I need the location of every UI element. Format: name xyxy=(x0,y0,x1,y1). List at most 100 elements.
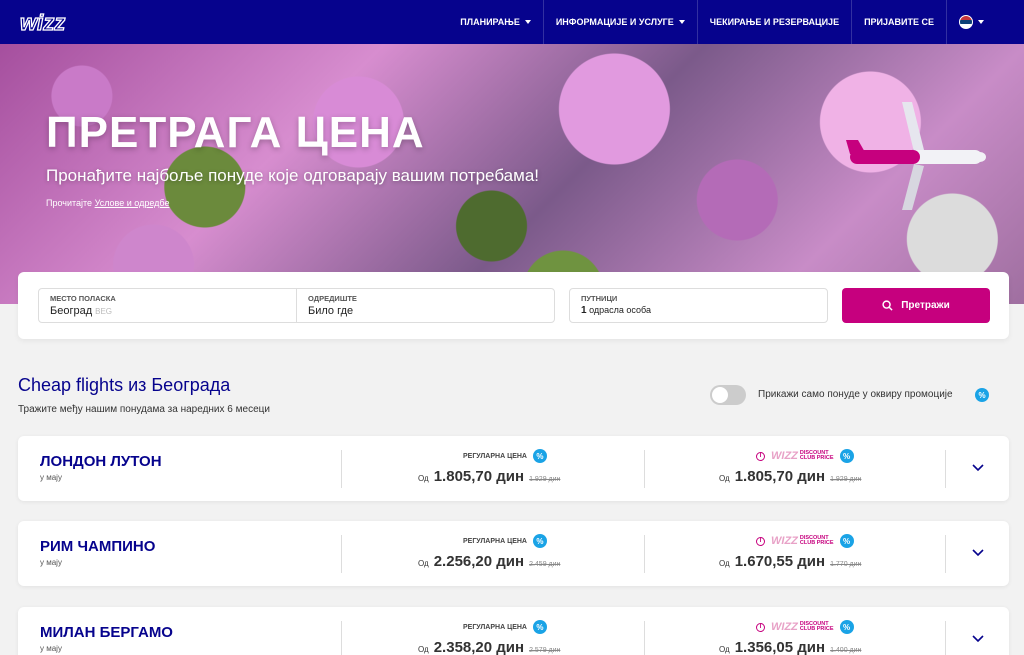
club-price-label: i wizz DISCOUNT CLUB PRICE % xyxy=(756,449,854,463)
from-label: Од xyxy=(719,559,730,568)
nav-planning[interactable]: ПЛАНИРАЊЕ xyxy=(448,0,544,44)
percent-badge-icon: % xyxy=(532,534,547,548)
divider xyxy=(341,450,342,488)
search-button[interactable]: Претражи xyxy=(842,288,990,323)
club-old-price: 1.929 дин xyxy=(830,476,862,483)
divider xyxy=(341,535,342,573)
passengers-text: одрасла особа xyxy=(589,305,651,315)
origin-field[interactable]: МЕСТО ПОЛАСКА Београд BEG xyxy=(39,289,296,322)
from-label: Од xyxy=(418,474,429,483)
regular-old-price: 2.579 дин xyxy=(529,647,561,654)
percent-badge-icon: % xyxy=(975,388,989,402)
percent-badge-icon: % xyxy=(532,449,547,463)
chevron-down-icon[interactable] xyxy=(971,546,985,560)
terms-link[interactable]: Услове и одредбе xyxy=(95,198,170,208)
destination-field[interactable]: ОДРЕДИШТЕ Било где xyxy=(296,289,554,322)
origin-code: BEG xyxy=(95,307,113,316)
nav-planning-label: ПЛАНИРАЊЕ xyxy=(460,17,520,27)
from-label: Од xyxy=(719,474,730,483)
main-nav: ПЛАНИРАЊЕ ИНФОРМАЦИЈЕ И УСЛУГЕ ЧЕКИРАЊЕ … xyxy=(448,0,996,44)
club-old-price: 1.400 дин xyxy=(830,647,862,654)
wizz-logo[interactable]: wizz xyxy=(18,9,76,35)
from-label: Од xyxy=(719,645,730,654)
divider xyxy=(945,621,946,655)
airplane-image xyxy=(846,102,986,210)
section-subtitle: Тражите међу нашим понудама за наредних … xyxy=(18,404,270,415)
club-price-label: i wizz DISCOUNT CLUB PRICE % xyxy=(756,620,854,634)
passengers-count: 1 xyxy=(581,305,587,316)
chevron-down-icon xyxy=(678,20,685,24)
route-selector: МЕСТО ПОЛАСКА Београд BEG ОДРЕДИШТЕ Било … xyxy=(38,288,555,323)
nav-sign-in[interactable]: ПРИЈАВИТЕ СЕ xyxy=(852,0,947,44)
percent-badge-icon: % xyxy=(839,449,854,463)
chevron-down-icon[interactable] xyxy=(971,632,985,646)
percent-badge-icon: % xyxy=(839,620,854,634)
origin-city: Београд xyxy=(50,305,93,317)
percent-badge-icon: % xyxy=(839,534,854,548)
discount-club-logo: wizz DISCOUNT CLUB PRICE xyxy=(771,449,834,462)
terms-prefix: Прочитајте xyxy=(46,198,93,208)
chevron-down-icon xyxy=(524,20,531,24)
regular-price: Од 2.358,20 дин 2.579 дин xyxy=(418,639,560,655)
nav-checkin-bookings[interactable]: ЧЕКИРАЊЕ И РЕЗЕРВАЦИЈЕ xyxy=(698,0,853,44)
top-navigation-bar: wizz ПЛАНИРАЊЕ ИНФОРМАЦИЈЕ И УСЛУГЕ ЧЕКИ… xyxy=(0,0,1024,44)
regular-price-value: 1.805,70 дин xyxy=(433,468,525,485)
from-label: Од xyxy=(418,645,429,654)
destination-value: Било где xyxy=(308,305,354,317)
nav-info-services[interactable]: ИНФОРМАЦИЈЕ И УСЛУГЕ xyxy=(544,0,698,44)
regular-old-price: 2.459 дин xyxy=(529,561,561,568)
section-title: Cheap flights из Београда xyxy=(18,375,231,395)
regular-price-label: РЕГУЛАРНА ЦЕНА % xyxy=(463,620,547,634)
hero-banner: ПРЕТРАГА ЦЕНА Пронађите најбоље понуде к… xyxy=(0,44,1024,304)
regular-price-value: 2.358,20 дин xyxy=(433,639,525,655)
regular-price-label-text: РЕГУЛАРНА ЦЕНА xyxy=(463,537,527,545)
nav-info-services-label: ИНФОРМАЦИЈЕ И УСЛУГЕ xyxy=(555,17,674,27)
promo-only-toggle[interactable] xyxy=(710,385,746,405)
divider xyxy=(341,621,342,655)
info-icon[interactable]: i xyxy=(756,622,765,632)
percent-badge-icon: % xyxy=(532,620,547,634)
regular-price-label-text: РЕГУЛАРНА ЦЕНА xyxy=(463,623,527,631)
serbian-flag-icon xyxy=(959,15,973,29)
search-panel: МЕСТО ПОЛАСКА Београд BEG ОДРЕДИШТЕ Било … xyxy=(18,272,1009,339)
search-button-label: Претражи xyxy=(901,300,950,311)
destination-name: ЛОНДОН ЛУТОН xyxy=(40,453,162,470)
club-price-value: 1.670,55 дин xyxy=(734,553,826,570)
origin-value: Београд BEG xyxy=(50,305,285,317)
regular-price-value: 2.256,20 дин xyxy=(433,553,525,570)
travel-month: у мају xyxy=(40,558,62,567)
origin-label: МЕСТО ПОЛАСКА xyxy=(50,294,116,303)
flight-card[interactable]: МИЛАН БЕРГАМО у мају РЕГУЛАРНА ЦЕНА % Од… xyxy=(18,607,1009,655)
divider xyxy=(644,621,645,655)
svg-text:wizz: wizz xyxy=(20,10,65,35)
chevron-down-icon xyxy=(978,20,984,24)
flight-card[interactable]: ЛОНДОН ЛУТОН у мају РЕГУЛАРНА ЦЕНА % Од … xyxy=(18,436,1009,501)
hero-subtitle: Пронађите најбоље понуде које одговарају… xyxy=(46,166,539,185)
passengers-field[interactable]: ПУТНИЦИ 1 одрасла особа xyxy=(569,288,828,323)
info-icon[interactable]: i xyxy=(756,536,765,546)
club-old-price: 1.770 дин xyxy=(830,561,862,568)
page-title: ПРЕТРАГА ЦЕНА xyxy=(46,108,425,157)
regular-old-price: 1.929 дин xyxy=(529,476,561,483)
passengers-label: ПУТНИЦИ xyxy=(581,294,618,303)
regular-price: Од 2.256,20 дин 2.459 дин xyxy=(418,553,560,570)
search-icon xyxy=(882,300,893,311)
destination-name: РИМ ЧАМПИНО xyxy=(40,538,156,555)
passengers-value: 1 одрасла особа xyxy=(581,305,816,316)
divider xyxy=(945,450,946,488)
club-price-value: 1.805,70 дин xyxy=(734,468,826,485)
language-selector[interactable] xyxy=(947,0,996,44)
flight-card[interactable]: РИМ ЧАМПИНО у мају РЕГУЛАРНА ЦЕНА % Од 2… xyxy=(18,521,1009,586)
regular-price: Од 1.805,70 дин 1.929 дин xyxy=(418,468,560,485)
regular-price-label: РЕГУЛАРНА ЦЕНА % xyxy=(463,449,547,463)
travel-month: у мају xyxy=(40,473,62,482)
destination-label: ОДРЕДИШТЕ xyxy=(308,294,357,303)
terms-text: Прочитајте Услове и одредбе xyxy=(46,198,169,208)
destination-name: МИЛАН БЕРГАМО xyxy=(40,624,173,641)
divider xyxy=(644,535,645,573)
chevron-down-icon[interactable] xyxy=(971,461,985,475)
club-price-value: 1.356,05 дин xyxy=(734,639,826,655)
info-icon[interactable]: i xyxy=(756,451,765,461)
discount-club-logo: wizz DISCOUNT CLUB PRICE xyxy=(771,534,834,547)
divider xyxy=(644,450,645,488)
